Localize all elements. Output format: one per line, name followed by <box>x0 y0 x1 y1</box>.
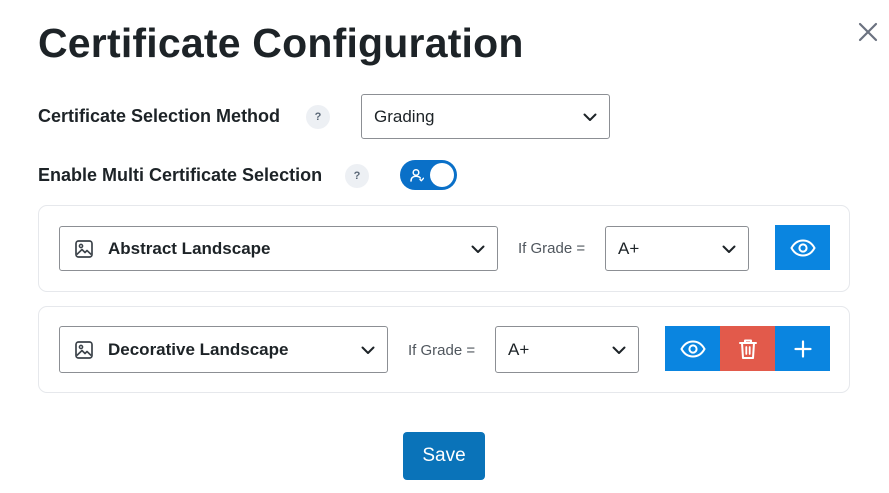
chevron-down-icon <box>612 346 626 355</box>
chevron-down-icon <box>722 245 736 254</box>
image-icon <box>74 239 94 259</box>
grade-condition-label: If Grade = <box>408 342 476 359</box>
trash-icon <box>738 338 758 360</box>
add-button[interactable] <box>775 326 830 371</box>
user-icon <box>410 168 424 182</box>
grade-value: A+ <box>618 238 640 258</box>
chevron-down-icon <box>361 346 375 355</box>
chevron-down-icon <box>583 113 597 122</box>
multi-selection-help-icon[interactable]: ? <box>345 164 369 188</box>
certificate-configuration-modal: Certificate Configuration Certificate Se… <box>0 0 889 493</box>
plus-icon <box>793 339 812 358</box>
multi-selection-label: Enable Multi Certificate Selection <box>38 165 323 185</box>
multi-selection-toggle[interactable] <box>400 160 457 190</box>
grade-select[interactable]: A+ <box>605 226 749 271</box>
modal-title: Certificate Configuration <box>38 20 524 66</box>
delete-button[interactable] <box>720 326 775 371</box>
certificate-template-select[interactable]: Decorative Landscape <box>59 326 388 373</box>
image-icon <box>74 340 94 360</box>
selection-method-label: Certificate Selection Method <box>38 106 281 126</box>
selection-method-select[interactable]: Grading <box>361 94 610 139</box>
save-button[interactable]: Save <box>403 432 485 480</box>
grade-select[interactable]: A+ <box>495 326 639 373</box>
grade-condition-label: If Grade = <box>518 240 586 257</box>
certificate-template-select[interactable]: Abstract Landscape <box>59 226 498 271</box>
preview-button[interactable] <box>775 225 830 270</box>
selection-method-value: Grading <box>374 106 435 126</box>
grade-value: A+ <box>508 339 530 359</box>
chevron-down-icon <box>471 245 485 254</box>
toggle-knob <box>430 163 454 187</box>
preview-button[interactable] <box>665 326 720 371</box>
eye-icon <box>789 238 816 257</box>
close-icon[interactable] <box>854 18 882 46</box>
certificate-template-value: Decorative Landscape <box>108 339 289 359</box>
certificate-template-value: Abstract Landscape <box>108 238 271 258</box>
eye-icon <box>679 339 706 358</box>
selection-method-help-icon[interactable]: ? <box>306 105 330 129</box>
